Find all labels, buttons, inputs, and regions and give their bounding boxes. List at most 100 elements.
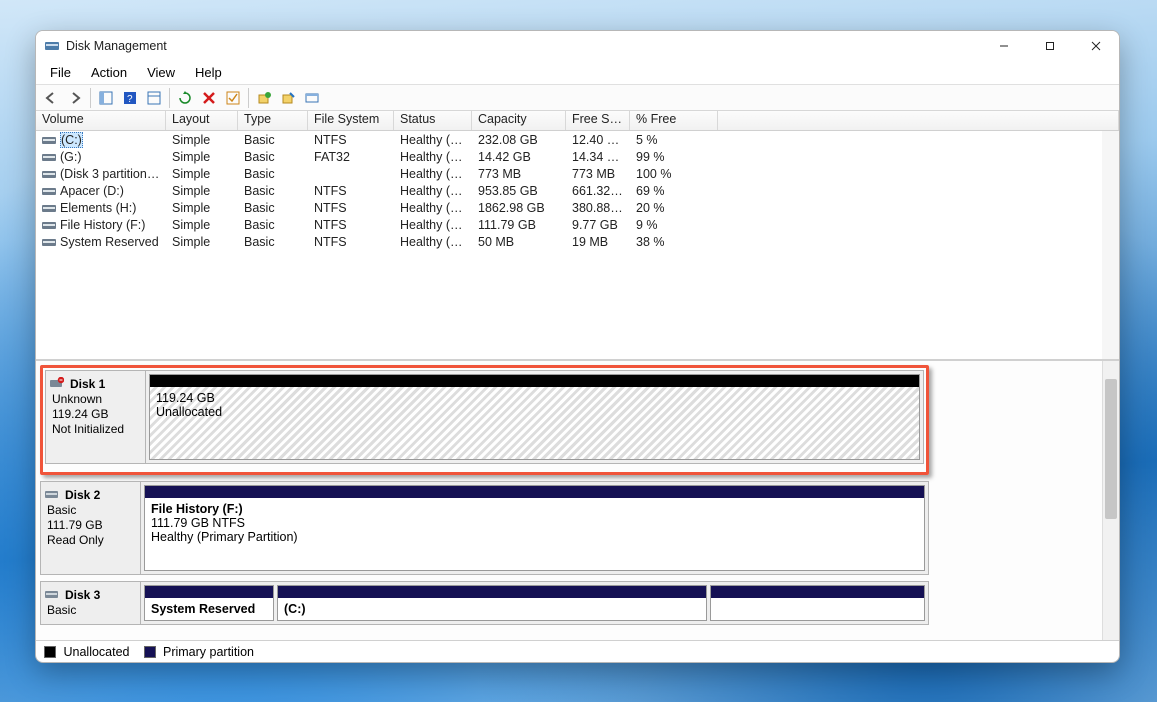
refresh-button[interactable] <box>174 87 196 109</box>
partition-status: Unallocated <box>156 405 913 419</box>
volume-layout: Simple <box>166 200 238 216</box>
column-header-layout[interactable]: Layout <box>166 111 238 130</box>
partition-stripe <box>278 586 706 598</box>
volume-type: Basic <box>238 183 308 199</box>
title-bar[interactable]: Disk Management <box>36 31 1119 61</box>
scrollbar-thumb[interactable] <box>1105 379 1117 519</box>
drive-icon <box>42 237 56 248</box>
legend-label-primary: Primary partition <box>163 645 254 659</box>
volume-free: 14.34 GB <box>566 149 630 165</box>
volume-pctfree: 100 % <box>630 166 718 182</box>
disk-1-unallocated-partition[interactable]: 119.24 GB Unallocated <box>149 374 920 460</box>
show-hide-console-tree-button[interactable] <box>95 87 117 109</box>
volume-row[interactable]: Elements (H:)SimpleBasicNTFSHealthy (B..… <box>36 199 1119 216</box>
disk-row-3[interactable]: Disk 3 Basic System Reserved (C:) <box>40 581 929 625</box>
column-header-type[interactable]: Type <box>238 111 308 130</box>
volume-list-scrollbar[interactable] <box>1102 131 1119 359</box>
volume-row[interactable]: Apacer (D:)SimpleBasicNTFSHealthy (B...9… <box>36 182 1119 199</box>
volume-status: Healthy (B... <box>394 132 472 148</box>
partition-size: 119.24 GB <box>156 391 913 405</box>
volume-capacity: 50 MB <box>472 234 566 250</box>
volume-layout: Simple <box>166 217 238 233</box>
volume-status: Healthy (R... <box>394 166 472 182</box>
column-header-freespace[interactable]: Free Sp... <box>566 111 630 130</box>
volume-fs <box>308 173 394 175</box>
column-header-status[interactable]: Status <box>394 111 472 130</box>
volume-capacity: 14.42 GB <box>472 149 566 165</box>
disk-icon <box>45 488 59 500</box>
volume-type: Basic <box>238 234 308 250</box>
column-header-volume[interactable]: Volume <box>36 111 166 130</box>
legend-swatch-primary <box>144 646 156 658</box>
help-button[interactable]: ? <box>119 87 141 109</box>
app-icon <box>44 38 60 54</box>
menu-help[interactable]: Help <box>185 63 232 82</box>
volume-name: (Disk 3 partition 3) <box>60 167 161 181</box>
volume-fs: NTFS <box>308 234 394 250</box>
volume-free: 380.88 GB <box>566 200 630 216</box>
disk-header-3[interactable]: Disk 3 Basic <box>41 582 141 624</box>
legend-swatch-unallocated <box>44 646 56 658</box>
disk-3-kind: Basic <box>47 603 134 618</box>
new-volume-button[interactable] <box>253 87 275 109</box>
menu-file[interactable]: File <box>40 63 81 82</box>
disk-3-partition-system-reserved[interactable]: System Reserved <box>144 585 274 621</box>
disk-icon <box>45 588 59 600</box>
properties-button[interactable] <box>277 87 299 109</box>
delete-button[interactable] <box>198 87 220 109</box>
volume-layout: Simple <box>166 149 238 165</box>
volume-name: (G:) <box>60 150 82 164</box>
disk-header-2[interactable]: Disk 2 Basic 111.79 GB Read Only <box>41 482 141 574</box>
volume-type: Basic <box>238 200 308 216</box>
drive-icon <box>42 152 56 163</box>
disk-row-2[interactable]: Disk 2 Basic 111.79 GB Read Only File Hi… <box>40 481 929 575</box>
disk-2-partition[interactable]: File History (F:) 111.79 GB NTFS Healthy… <box>144 485 925 571</box>
volume-layout: Simple <box>166 132 238 148</box>
partition-stripe <box>711 586 924 598</box>
column-header-capacity[interactable]: Capacity <box>472 111 566 130</box>
legend-label-unallocated: Unallocated <box>63 645 129 659</box>
highlighted-disk-1: Disk 1 Unknown 119.24 GB Not Initialized… <box>40 365 929 475</box>
menu-view[interactable]: View <box>137 63 185 82</box>
column-header-pctfree[interactable]: % Free <box>630 111 718 130</box>
settings-view-button[interactable] <box>143 87 165 109</box>
drive-icon <box>42 169 56 180</box>
volume-capacity: 1862.98 GB <box>472 200 566 216</box>
graphical-view-pane[interactable]: Disk 1 Unknown 119.24 GB Not Initialized… <box>36 361 1119 640</box>
volume-list-body[interactable]: (C:)SimpleBasicNTFSHealthy (B...232.08 G… <box>36 131 1119 359</box>
volume-free: 12.40 GB <box>566 132 630 148</box>
minimize-button[interactable] <box>981 31 1027 61</box>
disk-1-state: Not Initialized <box>52 422 139 437</box>
volume-type: Basic <box>238 132 308 148</box>
volume-name: System Reserved <box>60 235 159 249</box>
partition-stripe <box>150 375 919 387</box>
volume-capacity: 232.08 GB <box>472 132 566 148</box>
column-header-filesystem[interactable]: File System <box>308 111 394 130</box>
disk-header-1[interactable]: Disk 1 Unknown 119.24 GB Not Initialized <box>46 371 146 463</box>
menu-action[interactable]: Action <box>81 63 137 82</box>
volume-type: Basic <box>238 217 308 233</box>
check-button[interactable] <box>222 87 244 109</box>
volume-row[interactable]: System ReservedSimpleBasicNTFSHealthy (S… <box>36 233 1119 250</box>
partition-stripe <box>145 486 924 498</box>
volume-row[interactable]: (G:)SimpleBasicFAT32Healthy (B...14.42 G… <box>36 148 1119 165</box>
disk-row-1[interactable]: Disk 1 Unknown 119.24 GB Not Initialized… <box>45 370 924 464</box>
volume-row[interactable]: (C:)SimpleBasicNTFSHealthy (B...232.08 G… <box>36 131 1119 148</box>
graphical-pane-scrollbar[interactable] <box>1102 361 1119 640</box>
back-button[interactable] <box>40 87 62 109</box>
partition-title: (C:) <box>284 602 700 616</box>
maximize-button[interactable] <box>1027 31 1073 61</box>
column-header-spacer <box>718 111 1119 130</box>
close-button[interactable] <box>1073 31 1119 61</box>
volume-list-header: Volume Layout Type File System Status Ca… <box>36 111 1119 131</box>
volume-capacity: 773 MB <box>472 166 566 182</box>
volume-row[interactable]: (Disk 3 partition 3)SimpleBasicHealthy (… <box>36 165 1119 182</box>
disk-3-partition-extra[interactable] <box>710 585 925 621</box>
partition-status: Healthy (Primary Partition) <box>151 530 918 544</box>
forward-button[interactable] <box>64 87 86 109</box>
volume-status: Healthy (S... <box>394 234 472 250</box>
details-pane-button[interactable] <box>301 87 323 109</box>
disk-3-partition-c[interactable]: (C:) <box>277 585 707 621</box>
volume-name: File History (F:) <box>60 218 145 232</box>
volume-row[interactable]: File History (F:)SimpleBasicNTFSHealthy … <box>36 216 1119 233</box>
